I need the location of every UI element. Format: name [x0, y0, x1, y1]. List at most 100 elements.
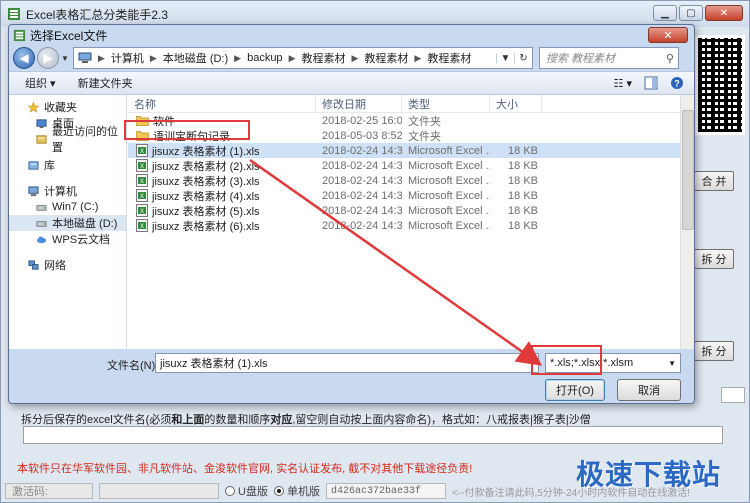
drive-icon: [36, 220, 47, 227]
file-row[interactable]: Xjisuxz 表格素材 (1).xls 2018-02-24 14:33 Micr…: [128, 143, 694, 158]
sidebar-item-recent[interactable]: 最近访问的位置: [9, 126, 126, 154]
file-date: 2018-02-24 14:33: [322, 189, 402, 202]
sidebar-item-network[interactable]: 网络: [9, 257, 126, 273]
excel-file-icon: X: [136, 174, 148, 187]
file-list-header: 名称 修改日期 类型 大小: [128, 95, 694, 113]
svg-text:X: X: [140, 179, 144, 185]
split-button-2[interactable]: 拆 分: [694, 341, 734, 361]
excel-file-icon: X: [136, 144, 148, 157]
file-name: Xjisuxz 表格素材 (3).xls: [128, 173, 316, 189]
breadcrumb-separator-icon: ▶: [414, 52, 422, 63]
udisk-radio[interactable]: U盘版: [225, 483, 268, 499]
scroll-thumb[interactable]: [682, 110, 694, 230]
help-icon[interactable]: ?: [670, 76, 684, 90]
excel-file-icon: X: [136, 189, 148, 202]
file-size: 18 KB: [508, 159, 538, 172]
column-date-header[interactable]: 修改日期: [316, 95, 402, 112]
sidebar-item-libraries[interactable]: 库: [9, 157, 126, 173]
file-name: Xjisuxz 表格素材 (6).xls: [128, 218, 316, 234]
sidebar-item-drive-c[interactable]: Win7 (C:): [9, 199, 126, 215]
breadcrumb-item[interactable]: backup: [247, 52, 282, 64]
save-filename-input[interactable]: [23, 426, 723, 444]
activation-hint: <--付款备注请此码,5分钟-24小时内软件自动在线激活!: [451, 487, 691, 499]
file-date: 2018-02-24 14:33: [322, 159, 402, 172]
file-row[interactable]: Xjisuxz 表格素材 (3).xls 2018-02-24 14:33 Micr…: [128, 173, 694, 188]
file-name: Xjisuxz 表格素材 (1).xls: [128, 143, 316, 159]
save-filename-label: 拆分后保存的excel文件名(必须和上面的数量和顺序对应,留空则自动按上面内容命…: [21, 414, 591, 426]
svg-text:X: X: [140, 224, 144, 230]
maximize-button[interactable]: ▢: [679, 5, 703, 21]
file-size: 18 KB: [508, 204, 538, 217]
column-size-header[interactable]: 大小: [490, 95, 542, 112]
side-input[interactable]: [721, 387, 745, 403]
back-button[interactable]: ◀: [13, 47, 35, 69]
breadcrumb-item[interactable]: 教程素材: [364, 50, 408, 66]
file-date: 2018-02-24 14:33: [322, 174, 402, 187]
forward-button[interactable]: ▶: [37, 47, 59, 69]
address-dropdown-icon[interactable]: ▼: [495, 52, 514, 64]
file-type: Microsoft Excel ...: [408, 174, 490, 187]
file-row[interactable]: Xjisuxz 表格素材 (2).xls 2018-02-24 14:33 Micr…: [128, 158, 694, 173]
dialog-content: 收藏夹 桌面 最近访问的位置 库 计算机 Win7 (C:) 本地磁盘 (D:)…: [9, 95, 694, 349]
breadcrumb-item[interactable]: 本地磁盘 (D:): [163, 50, 228, 66]
search-input[interactable]: 搜索 教程素材 ⚲: [538, 47, 679, 69]
file-name: Xjisuxz 表格素材 (5).xls: [128, 203, 316, 219]
app-title: Excel表格汇总分类能手2.3: [26, 7, 169, 22]
excel-app-icon: [13, 29, 26, 41]
new-folder-button[interactable]: 新建文件夹: [78, 75, 133, 91]
svg-text:?: ?: [674, 79, 680, 89]
breadcrumb-separator-icon: ▶: [234, 52, 242, 63]
recent-places-icon: [36, 134, 47, 144]
single-radio[interactable]: 单机版: [273, 483, 320, 499]
breadcrumb-separator-icon: ▶: [351, 52, 359, 63]
breadcrumb-item[interactable]: 教程素材: [427, 50, 471, 66]
qr-code-image: [695, 35, 745, 135]
dialog-close-button[interactable]: ✕: [648, 27, 688, 43]
vertical-scrollbar[interactable]: [680, 95, 694, 349]
star-icon: [27, 101, 40, 113]
file-row[interactable]: Xjisuxz 表格素材 (6).xls 2018-02-24 14:33 Micr…: [128, 218, 694, 233]
file-type: 文件夹: [408, 115, 441, 128]
close-button[interactable]: ✕: [705, 5, 743, 21]
minimize-button[interactable]: ▁: [653, 5, 677, 21]
svg-text:X: X: [140, 209, 144, 215]
dialog-toolbar: 组织 ▾ 新建文件夹 ☷ ▾ ?: [9, 71, 694, 95]
svg-text:X: X: [140, 149, 144, 155]
sidebar-item-favorites[interactable]: 收藏夹: [9, 99, 126, 115]
sidebar-item-computer[interactable]: 计算机: [9, 183, 126, 199]
address-bar[interactable]: ▶ 计算机 ▶ 本地磁盘 (D:) ▶ backup ▶ 教程素材 ▶ 教程素材…: [72, 47, 533, 69]
excel-file-icon: X: [136, 204, 148, 217]
organize-menu[interactable]: 组织 ▾: [25, 75, 56, 91]
breadcrumb-item[interactable]: 教程素材: [301, 50, 345, 66]
filename-input[interactable]: jisuxz 表格素材 (1).xls: [155, 353, 539, 373]
file-row[interactable]: Xjisuxz 表格素材 (4).xls 2018-02-24 14:33 Micr…: [128, 188, 694, 203]
navigation-bar: ◀ ▶ ▼ ▶ 计算机 ▶ 本地磁盘 (D:) ▶ backup ▶ 教程素材 …: [9, 45, 694, 71]
file-size: 18 KB: [508, 219, 538, 232]
view-options-icon[interactable]: ☷ ▾: [614, 77, 632, 90]
file-date: 2018-02-24 14:33: [322, 144, 402, 157]
merge-button[interactable]: 合 并: [694, 171, 734, 191]
file-row[interactable]: Xjisuxz 表格素材 (5).xls 2018-02-24 14:33 Micr…: [128, 203, 694, 218]
preview-pane-icon[interactable]: [644, 76, 658, 90]
column-name-header[interactable]: 名称: [128, 95, 316, 112]
column-type-header[interactable]: 类型: [402, 95, 490, 112]
desktop-icon: [36, 118, 47, 128]
activation-label: 激活码:: [5, 483, 93, 499]
breadcrumb-item[interactable]: 计算机: [111, 50, 144, 66]
cloud-icon: [36, 235, 47, 243]
activation-field[interactable]: [99, 483, 219, 499]
cancel-button[interactable]: 取消: [617, 379, 681, 401]
sidebar-item-drive-d[interactable]: 本地磁盘 (D:): [9, 215, 126, 231]
network-icon: [28, 259, 39, 270]
file-type: Microsoft Excel ...: [408, 219, 490, 232]
split-button-1[interactable]: 拆 分: [694, 249, 734, 269]
refresh-icon[interactable]: ↻: [513, 52, 532, 64]
open-button-highlight: [531, 345, 602, 375]
history-dropdown-icon[interactable]: ▼: [61, 54, 69, 63]
machine-code-field[interactable]: d426ac372bae33f: [325, 483, 446, 499]
breadcrumb-separator-icon: ▶: [149, 52, 157, 63]
open-button[interactable]: 打开(O): [545, 379, 605, 401]
chevron-down-icon: ▼: [668, 358, 676, 368]
radio-selected-icon: [273, 486, 284, 496]
sidebar-item-wps-cloud[interactable]: WPS云文档: [9, 231, 126, 247]
